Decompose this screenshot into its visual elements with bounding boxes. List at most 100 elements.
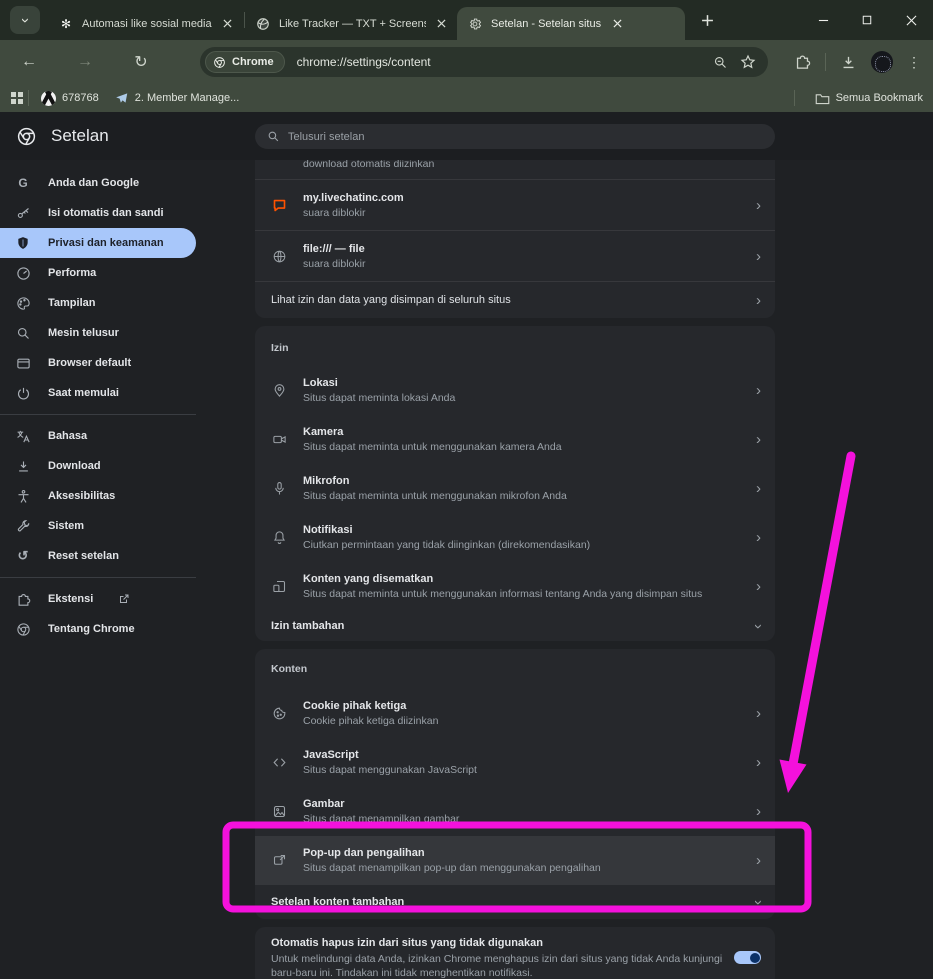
puzzle-icon	[15, 591, 31, 607]
expander-label: Setelan konten tambahan	[271, 896, 756, 908]
location-pin-icon	[271, 383, 287, 399]
bookmark-item[interactable]: 678768	[33, 86, 107, 110]
chevron-right-icon: ›	[756, 579, 761, 594]
kebab-menu-icon[interactable]: ⋮	[907, 54, 921, 71]
partial-row[interactable]: download otomatis diizinkan	[255, 160, 775, 179]
globe-icon	[271, 248, 287, 264]
row-javascript[interactable]: JavaScript Situs dapat menggunakan JavaS…	[255, 738, 775, 787]
accessibility-icon	[15, 488, 31, 504]
sidebar-item-reset-setelan[interactable]: ↺ Reset setelan	[0, 541, 196, 571]
sidebar-divider	[0, 577, 196, 578]
maximize-button[interactable]	[845, 0, 889, 40]
sidebar-label: Download	[48, 460, 101, 472]
sidebar-item-sistem[interactable]: Sistem	[0, 511, 196, 541]
search-icon	[267, 130, 280, 143]
row-cookie[interactable]: Cookie pihak ketiga Cookie pihak ketiga …	[255, 689, 775, 738]
row-gambar[interactable]: Gambar Situs dapat menampilkan gambar ›	[255, 787, 775, 836]
auto-revoke-row[interactable]: Otomatis hapus izin dari situs yang tida…	[255, 927, 775, 979]
close-icon[interactable]	[434, 16, 449, 32]
tab-search-button[interactable]: ›	[10, 6, 40, 34]
all-bookmarks-button[interactable]: Semua Bookmark	[807, 86, 931, 110]
extensions-icon[interactable]	[794, 54, 811, 71]
tab-setelan[interactable]: Setelan - Setelan situs	[457, 7, 685, 40]
row-title: Pop-up dan pengalihan	[303, 847, 756, 859]
shield-icon	[15, 235, 31, 251]
site-row-file[interactable]: file:/// — file suara diblokir ›	[255, 231, 775, 281]
avatar[interactable]	[871, 51, 893, 73]
window-controls	[801, 0, 933, 40]
folder-icon	[815, 92, 830, 105]
search-input[interactable]	[288, 131, 763, 143]
sidebar-item-download[interactable]: Download	[0, 451, 196, 481]
new-tab-button[interactable]	[693, 6, 721, 34]
sidebar-item-isi-otomatis[interactable]: Isi otomatis dan sandi	[0, 198, 196, 228]
row-title: Konten yang disematkan	[303, 573, 756, 585]
power-icon	[15, 385, 31, 401]
apps-grid-icon[interactable]	[10, 91, 24, 105]
settings-search[interactable]	[255, 124, 775, 149]
sidebar-item-mesin-telusur[interactable]: Mesin telusur	[0, 318, 196, 348]
izin-card: Izin Lokasi Situs dapat meminta lokasi A…	[255, 326, 775, 641]
sidebar-item-ekstensi[interactable]: Ekstensi	[0, 584, 196, 614]
sidebar-item-tentang-chrome[interactable]: Tentang Chrome	[0, 614, 196, 644]
row-notifikasi[interactable]: Notifikasi Ciutkan permintaan yang tidak…	[255, 513, 775, 562]
minimize-button[interactable]	[801, 0, 845, 40]
sound-exceptions-card: download otomatis diizinkan my.livechati…	[255, 160, 775, 318]
site-row-livechat[interactable]: my.livechatinc.com suara diblokir ›	[255, 180, 775, 230]
row-popup-pengalihan[interactable]: Pop-up dan pengalihan Situs dapat menamp…	[255, 836, 775, 885]
downloads-icon[interactable]	[840, 54, 857, 71]
translate-icon	[15, 428, 31, 444]
row-title: my.livechatinc.com	[303, 192, 756, 204]
sidebar-label: Performa	[48, 267, 96, 279]
row-subtitle: Untuk melindungi data Anda, izinkan Chro…	[271, 952, 724, 979]
tab-automasi[interactable]: ✻ Automasi like sosial media	[48, 7, 244, 40]
view-all-sites-row[interactable]: Lihat izin dan data yang disimpan di sel…	[255, 282, 775, 318]
row-konten-disematkan[interactable]: Konten yang disematkan Situs dapat memin…	[255, 562, 775, 611]
close-window-button[interactable]	[889, 0, 933, 40]
tab-like-tracker[interactable]: Like Tracker — TXT + Screensh	[245, 7, 457, 40]
chevron-right-icon: ›	[756, 249, 761, 264]
image-icon	[271, 804, 287, 820]
row-title: Mikrofon	[303, 475, 756, 487]
sidebar-item-aksesibilitas[interactable]: Aksesibilitas	[0, 481, 196, 511]
row-title: Otomatis hapus izin dari situs yang tida…	[271, 937, 724, 949]
zoom-icon[interactable]	[713, 55, 728, 70]
address-bar[interactable]: Chrome chrome://settings/content	[200, 47, 768, 77]
chevron-right-icon: ›	[756, 481, 761, 496]
row-title: JavaScript	[303, 749, 756, 761]
sidebar-item-tampilan[interactable]: Tampilan	[0, 288, 196, 318]
site-chip[interactable]: Chrome	[205, 51, 285, 73]
row-subtitle: suara diblokir	[303, 258, 756, 270]
sidebar-item-anda-dan-google[interactable]: G Anda dan Google	[0, 168, 196, 198]
row-lokasi[interactable]: Lokasi Situs dapat meminta lokasi Anda ›	[255, 366, 775, 415]
bookmark-star-icon[interactable]	[740, 54, 756, 70]
external-link-icon	[118, 593, 130, 605]
gear-icon	[467, 16, 483, 32]
setelan-konten-tambahan-expander[interactable]: Setelan konten tambahan ›	[255, 885, 775, 919]
bookmark-favicon	[41, 91, 56, 106]
sidebar-item-performa[interactable]: Performa	[0, 258, 196, 288]
chevron-right-icon: ›	[756, 804, 761, 819]
reload-button[interactable]: ↻	[126, 47, 156, 77]
back-button[interactable]: ←	[14, 47, 44, 77]
sidebar-item-privasi-keamanan[interactable]: Privasi dan keamanan	[0, 228, 196, 258]
download-icon	[15, 458, 31, 474]
sidebar-divider	[0, 414, 196, 415]
auto-revoke-toggle[interactable]	[734, 951, 761, 964]
row-mikrofon[interactable]: Mikrofon Situs dapat meminta untuk mengg…	[255, 464, 775, 513]
sidebar-item-browser-default[interactable]: Browser default	[0, 348, 196, 378]
close-icon[interactable]	[220, 16, 236, 32]
bookmark-item[interactable]: 2. Member Manage...	[107, 86, 248, 110]
url-text[interactable]: chrome://settings/content	[297, 55, 713, 69]
tab-strip: › ✻ Automasi like sosial media Like Trac…	[0, 0, 933, 40]
sidebar-label: Isi otomatis dan sandi	[48, 207, 164, 219]
forward-button[interactable]: →	[70, 47, 100, 77]
close-icon[interactable]	[609, 16, 625, 32]
row-subtitle: Cookie pihak ketiga diizinkan	[303, 715, 756, 727]
tab-title: Automasi like sosial media	[82, 18, 212, 30]
row-kamera[interactable]: Kamera Situs dapat meminta untuk menggun…	[255, 415, 775, 464]
izin-tambahan-expander[interactable]: Izin tambahan ›	[255, 611, 775, 641]
sidebar-item-saat-memulai[interactable]: Saat memulai	[0, 378, 196, 408]
sidebar-item-bahasa[interactable]: Bahasa	[0, 421, 196, 451]
code-brackets-icon	[271, 755, 287, 771]
